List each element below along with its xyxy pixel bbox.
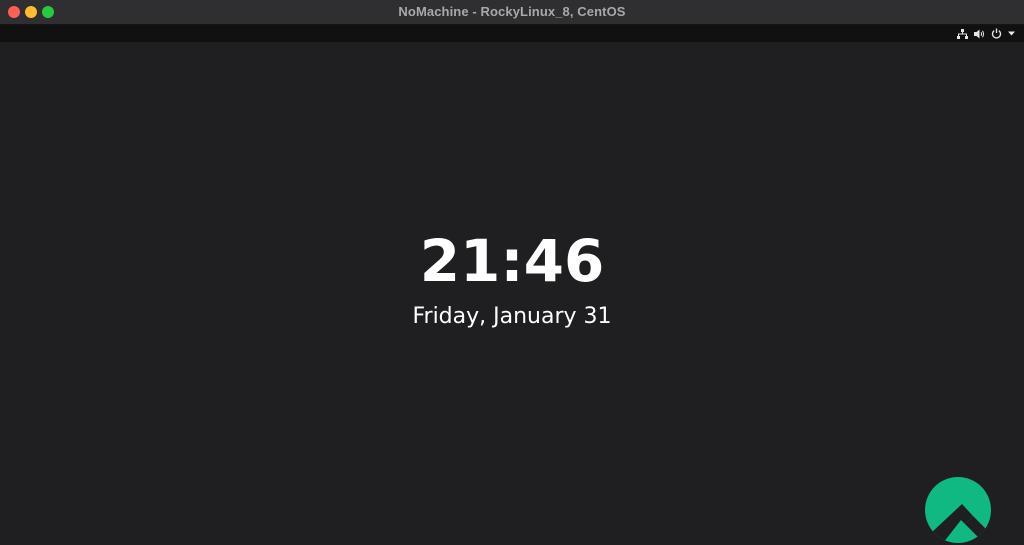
clock-time: 21:46 xyxy=(419,227,605,295)
lock-screen[interactable]: 21:46 Friday, January 31 xyxy=(0,42,1024,545)
window-title: NoMachine - RockyLinux_8, CentOS xyxy=(398,4,626,19)
gnome-top-bar xyxy=(0,25,1024,42)
window-titlebar[interactable]: NoMachine - RockyLinux_8, CentOS xyxy=(0,0,1024,25)
nomachine-window: NoMachine - RockyLinux_8, CentOS 21:46 F… xyxy=(0,0,1024,545)
volume-icon xyxy=(974,26,985,41)
chevron-down-icon xyxy=(1008,26,1015,41)
power-icon xyxy=(991,26,1002,41)
system-status-menu[interactable] xyxy=(957,26,1015,41)
network-icon xyxy=(957,26,968,41)
clock-date: Friday, January 31 xyxy=(412,304,612,329)
rocky-linux-logo xyxy=(925,477,991,545)
